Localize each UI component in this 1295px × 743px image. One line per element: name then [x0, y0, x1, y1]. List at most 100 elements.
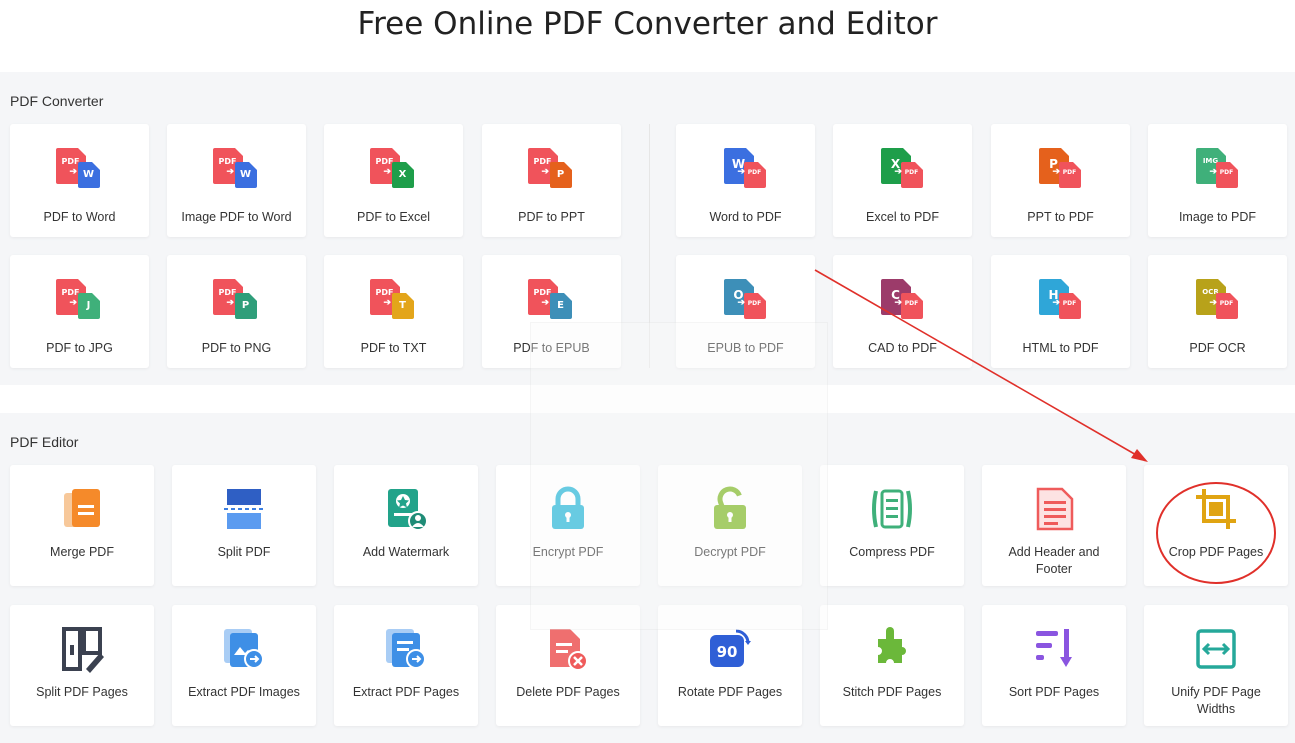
rotate-pdf-pages-icon: 90 [706, 625, 754, 673]
pdf-to-ppt-icon: PDF P ➔ [527, 148, 576, 192]
target-doc: T [391, 293, 414, 319]
converter-card-label: PDF to TXT [360, 341, 427, 355]
editor-card[interactable]: Extract PDF Images [172, 605, 316, 726]
stitch-pdf-pages-icon [868, 625, 916, 673]
converter-card-label: PDF to Word [43, 210, 116, 224]
convert-arrow-icon: ➔ [69, 297, 78, 307]
converter-card-label: PPT to PDF [1027, 210, 1094, 224]
editor-card[interactable]: Encrypt PDF [496, 465, 640, 586]
target-doc: P [234, 293, 257, 319]
converter-card-label: Image to PDF [1178, 210, 1257, 224]
decrypt-pdf-icon [706, 485, 754, 533]
editor-card[interactable]: Split PDF Pages [10, 605, 154, 726]
convert-arrow-icon: ➔ [1209, 297, 1218, 307]
cad-to-pdf-icon: C PDF ➔ [879, 279, 927, 323]
converter-card-label: Excel to PDF [866, 210, 939, 224]
editor-card-label: Extract PDF Pages [352, 685, 460, 699]
pdf-to-excel-icon: PDF X ➔ [369, 148, 418, 192]
converter-card[interactable]: PDF W ➔ PDF to Word [10, 124, 149, 237]
converter-card[interactable]: PDF P ➔ PDF to PPT [482, 124, 621, 237]
converter-card[interactable]: PDF W ➔ Image PDF to Word [167, 124, 306, 237]
extract-pdf-pages-icon [382, 625, 430, 673]
rotate-badge-text: 90 [717, 643, 738, 661]
converter-card[interactable]: OCR PDF ➔ PDF OCR [1148, 255, 1287, 368]
convert-arrow-icon: ➔ [1052, 297, 1061, 307]
target-pdf-doc: PDF [1058, 162, 1081, 188]
target-pdf-doc: PDF [743, 162, 766, 188]
converter-card[interactable]: PDF T ➔ PDF to TXT [324, 255, 463, 368]
convert-arrow-icon: ➔ [737, 166, 746, 176]
converter-card-label: EPUB to PDF [707, 341, 784, 355]
convert-arrow-icon: ➔ [69, 166, 78, 176]
editor-card-label: Split PDF [217, 545, 271, 559]
convert-arrow-icon: ➔ [541, 166, 550, 176]
converter-card[interactable]: H PDF ➔ HTML to PDF [991, 255, 1130, 368]
split-pdf-pages-icon [58, 625, 106, 673]
image-pdf-to-word-icon: PDF W ➔ [212, 148, 261, 192]
convert-arrow-icon: ➔ [1052, 166, 1061, 176]
editor-card[interactable]: Add Watermark [334, 465, 478, 586]
target-doc: W [77, 162, 100, 188]
editor-card[interactable]: Merge PDF [10, 465, 154, 586]
crop-pdf-pages-icon [1192, 485, 1240, 533]
editor-card-label: Delete PDF Pages [516, 685, 620, 699]
editor-card-label: Extract PDF Images [188, 685, 300, 699]
add-watermark-icon [382, 485, 430, 533]
epub-to-pdf-icon: O PDF ➔ [722, 279, 770, 323]
target-pdf-doc: PDF [900, 162, 923, 188]
excel-to-pdf-icon: X PDF ➔ [879, 148, 927, 192]
converter-card[interactable]: W PDF ➔ Word to PDF [676, 124, 815, 237]
convert-arrow-icon: ➔ [226, 297, 235, 307]
editor-card[interactable]: Delete PDF Pages [496, 605, 640, 726]
editor-card[interactable]: Compress PDF [820, 465, 964, 586]
page-title: Free Online PDF Converter and Editor [357, 6, 938, 42]
converter-card-label: PDF to Excel [357, 210, 430, 224]
editor-card-label: Decrypt PDF [694, 545, 766, 559]
extract-pdf-images-icon [220, 625, 268, 673]
word-to-pdf-icon: W PDF ➔ [722, 148, 770, 192]
html-to-pdf-icon: H PDF ➔ [1037, 279, 1085, 323]
target-pdf-doc: PDF [1215, 293, 1238, 319]
pdf-to-txt-icon: PDF T ➔ [369, 279, 418, 323]
converter-card[interactable]: X PDF ➔ Excel to PDF [833, 124, 972, 237]
target-doc: E [549, 293, 572, 319]
editor-card[interactable]: Extract PDF Pages [334, 605, 478, 726]
split-pdf-icon [220, 485, 268, 533]
target-doc: W [234, 162, 257, 188]
image-to-pdf-icon: IMG PDF ➔ [1194, 148, 1242, 192]
converter-card-label: Word to PDF [709, 210, 782, 224]
editor-card[interactable]: Unify PDF Page Widths [1144, 605, 1288, 726]
converter-card[interactable]: O PDF ➔ EPUB to PDF [676, 255, 815, 368]
editor-card[interactable]: 90 Rotate PDF Pages [658, 605, 802, 726]
sort-pdf-pages-icon [1030, 625, 1078, 673]
converter-card-label: PDF to JPG [46, 341, 113, 355]
converter-card[interactable]: PDF E ➔ PDF to EPUB [482, 255, 621, 368]
target-doc: X [391, 162, 414, 188]
editor-card-label: Rotate PDF Pages [677, 685, 783, 699]
pdf-ocr-icon: OCR PDF ➔ [1194, 279, 1242, 323]
converter-card[interactable]: PDF P ➔ PDF to PNG [167, 255, 306, 368]
pdf-converter-title: PDF Converter [10, 93, 104, 109]
editor-card[interactable]: Stitch PDF Pages [820, 605, 964, 726]
add-header-footer-icon [1030, 485, 1078, 533]
pdf-editor-section: PDF Editor Merge PDF Split PDF Add Waterma… [0, 413, 1295, 743]
target-pdf-doc: PDF [1215, 162, 1238, 188]
target-pdf-doc: PDF [1058, 293, 1081, 319]
pdf-to-jpg-icon: PDF J ➔ [55, 279, 104, 323]
converter-card[interactable]: PDF J ➔ PDF to JPG [10, 255, 149, 368]
converter-card[interactable]: IMG PDF ➔ Image to PDF [1148, 124, 1287, 237]
converter-card[interactable]: PDF X ➔ PDF to Excel [324, 124, 463, 237]
editor-card[interactable]: Add Header and Footer [982, 465, 1126, 586]
convert-arrow-icon: ➔ [226, 166, 235, 176]
editor-card[interactable]: Crop PDF Pages [1144, 465, 1288, 586]
editor-card[interactable]: Split PDF [172, 465, 316, 586]
converter-card[interactable]: C PDF ➔ CAD to PDF [833, 255, 972, 368]
converter-card[interactable]: P PDF ➔ PPT to PDF [991, 124, 1130, 237]
converter-card-label: Image PDF to Word [181, 210, 292, 224]
encrypt-pdf-icon [544, 485, 592, 533]
editor-card[interactable]: Decrypt PDF [658, 465, 802, 586]
editor-card[interactable]: Sort PDF Pages [982, 605, 1126, 726]
converter-card-label: PDF to PPT [518, 210, 585, 224]
editor-card-label: Compress PDF [849, 545, 935, 559]
target-pdf-doc: PDF [900, 293, 923, 319]
